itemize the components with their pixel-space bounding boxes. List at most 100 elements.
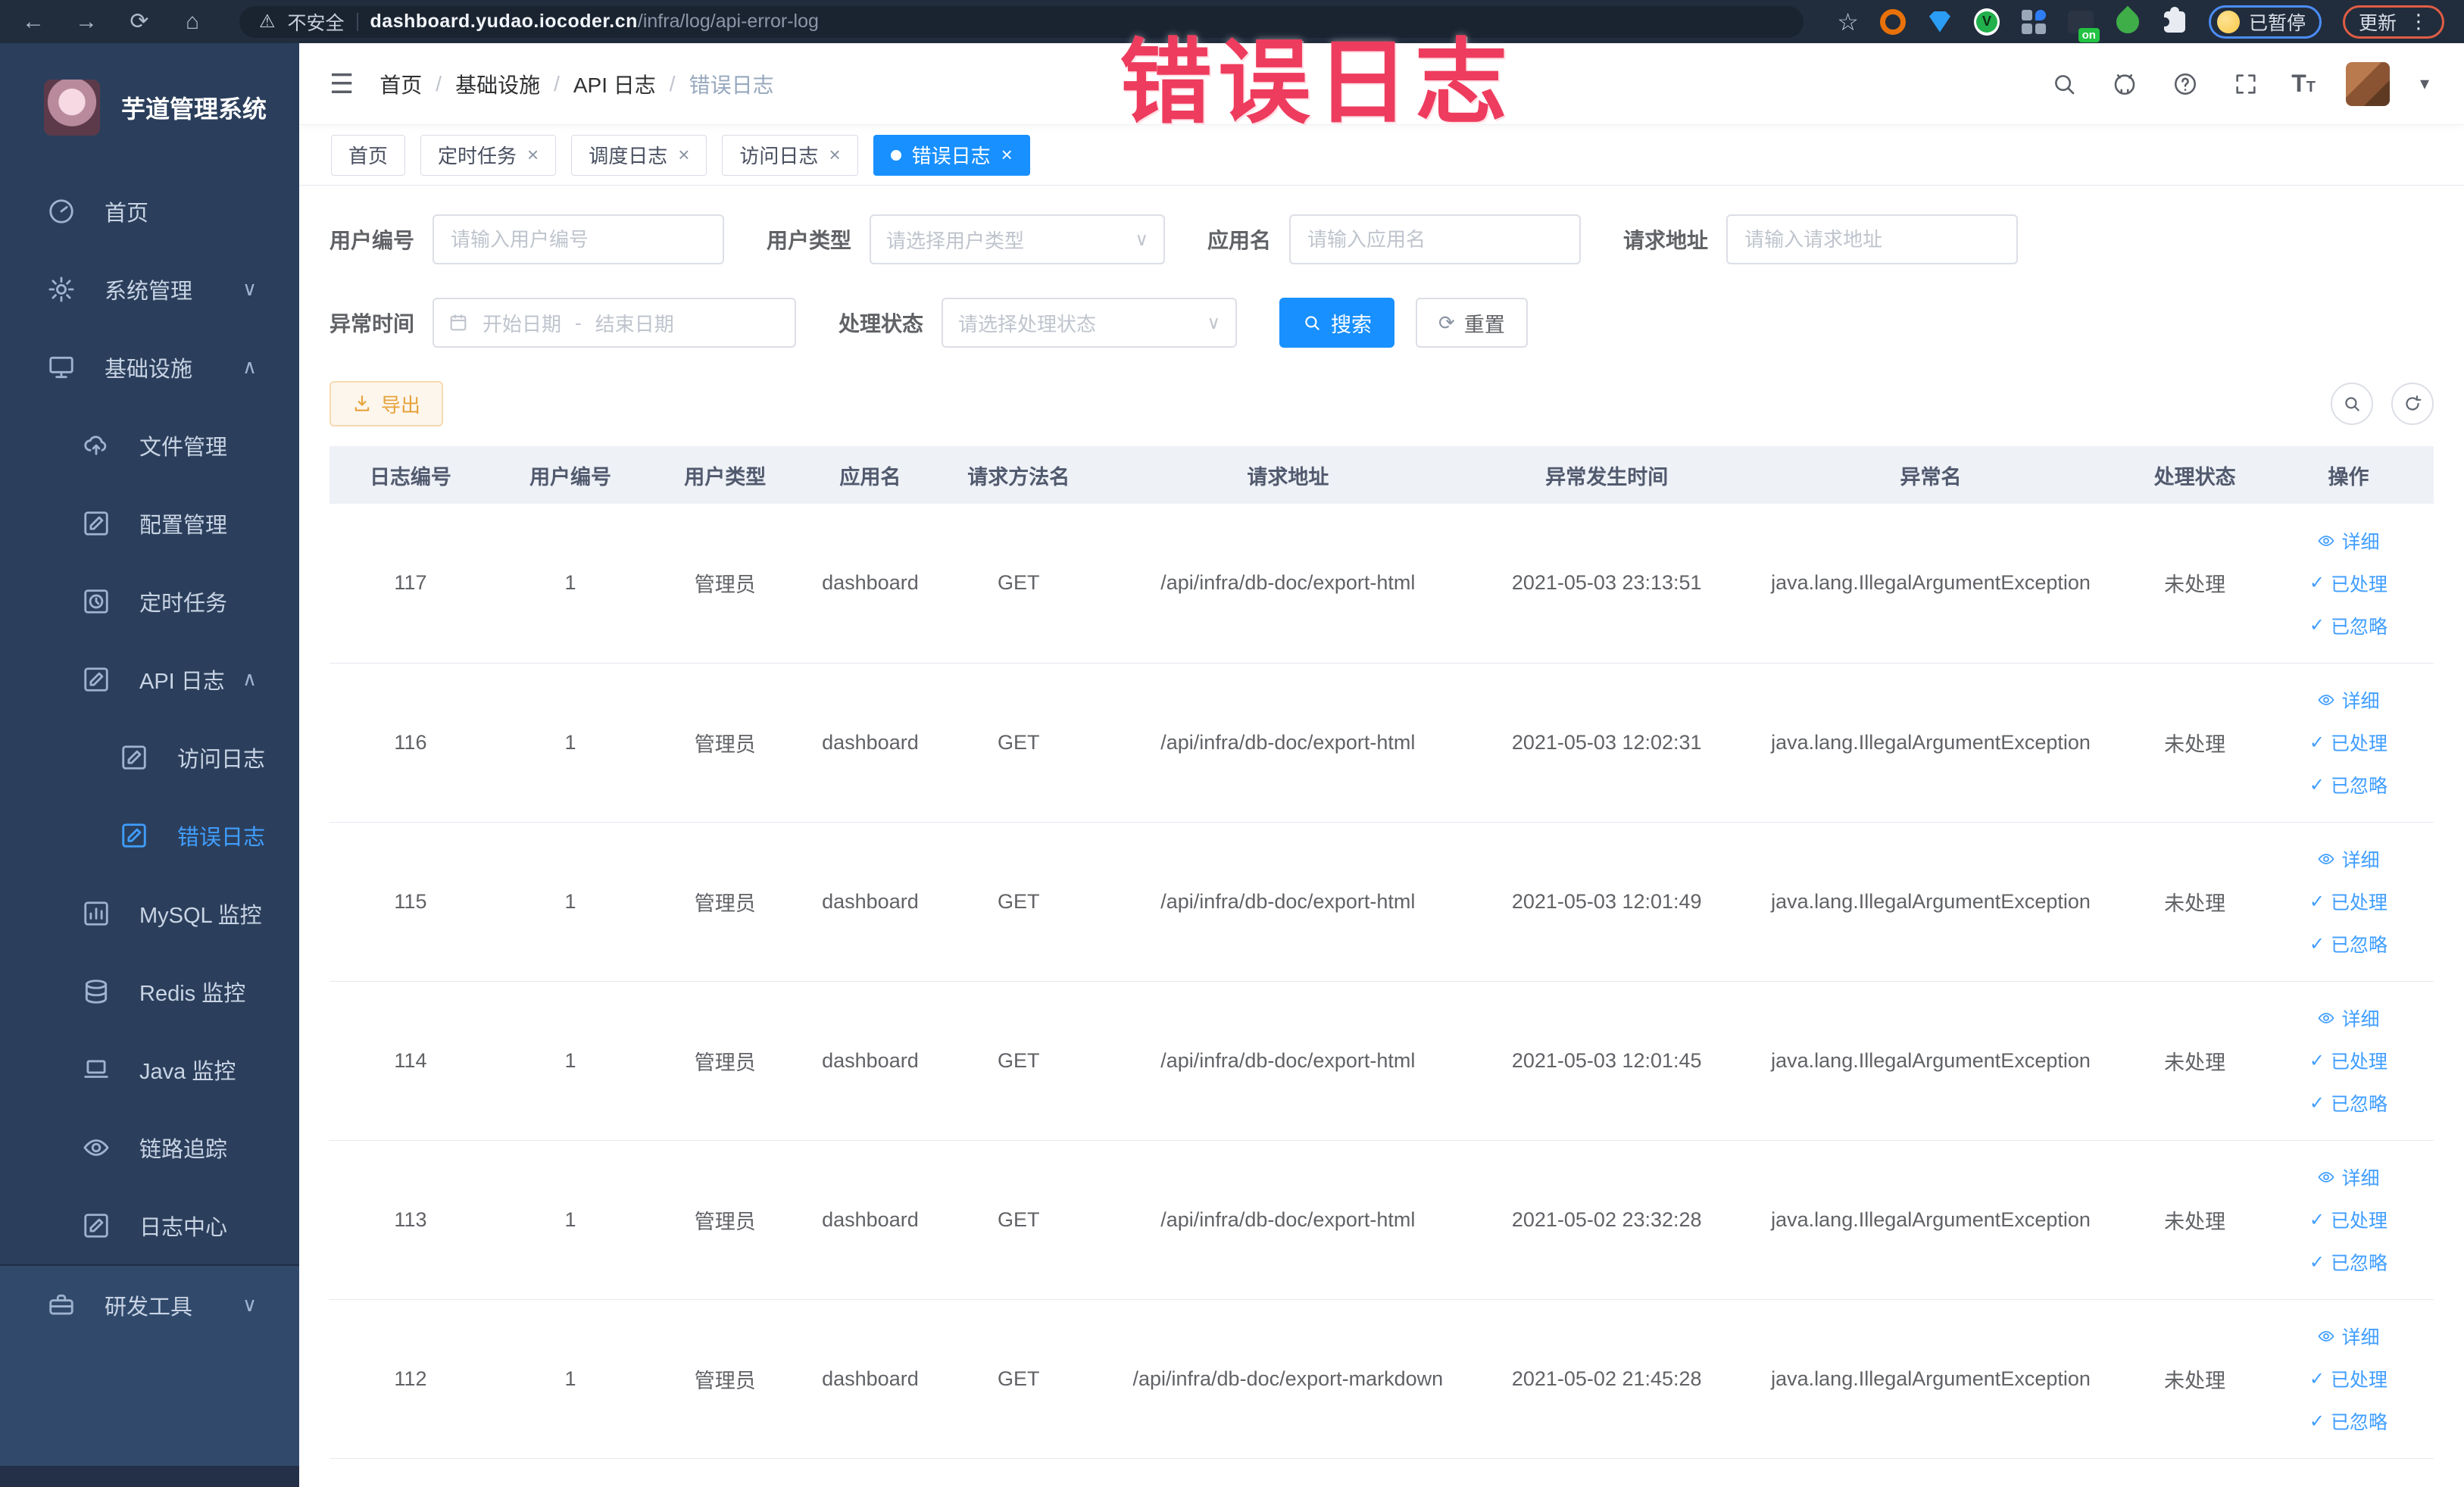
check-icon: ✓ — [2309, 933, 2325, 954]
mark-ignored-link[interactable]: ✓ 已忽略 — [2309, 930, 2387, 957]
extension-green-v-icon[interactable]: V — [1973, 8, 2000, 36]
extension-shield-icon[interactable] — [1927, 9, 1953, 35]
search-button[interactable]: 搜索 — [1279, 298, 1395, 348]
browser-menu-kebab-icon[interactable]: ⋮ — [2409, 10, 2428, 33]
mark-processed-link[interactable]: ✓ 已处理 — [2309, 1047, 2387, 1074]
sidebar-item-mysql-monitor[interactable]: MySQL 监控 — [0, 874, 299, 952]
tab-dispatch-log[interactable]: 调度日志 × — [571, 134, 707, 176]
mark-ignored-link[interactable]: ✓ 已忽略 — [2309, 771, 2387, 798]
sidebar-collapse-bar[interactable] — [0, 1466, 299, 1487]
sidebar-item-redis-monitor[interactable]: Redis 监控 — [0, 952, 299, 1030]
toolbox-icon — [49, 1294, 73, 1315]
request-url-input[interactable] — [1726, 214, 2019, 264]
cell-status: 未处理 — [2126, 663, 2263, 823]
header-search-icon[interactable] — [2049, 69, 2079, 99]
export-button[interactable]: 导出 — [329, 381, 444, 426]
sidebar-item-log-center[interactable]: 日志中心 — [0, 1186, 299, 1264]
mark-processed-link[interactable]: ✓ 已处理 — [2309, 729, 2387, 756]
laptop-icon — [84, 1059, 108, 1078]
refresh-table-button[interactable] — [2391, 383, 2434, 425]
cell-request-url: /api/infra/db-doc/export-html — [1097, 822, 1479, 982]
extension-grid-icon[interactable] — [2021, 9, 2047, 35]
avatar-caret-down-icon[interactable]: ▾ — [2420, 73, 2429, 95]
profile-paused-pill[interactable]: 已暂停 — [2208, 5, 2322, 39]
detail-link[interactable]: 详细 — [2317, 527, 2379, 555]
breadcrumb-api-log[interactable]: API 日志 — [573, 69, 656, 99]
bookmark-star-icon[interactable]: ☆ — [1837, 8, 1859, 36]
help-icon[interactable] — [2170, 69, 2200, 99]
sidebar-item-home[interactable]: 首页 — [0, 172, 299, 250]
sidebar-item-api-log[interactable]: API 日志 ∧ — [0, 640, 299, 718]
detail-link[interactable]: 详细 — [2317, 1004, 2379, 1032]
mark-processed-link[interactable]: ✓ 已处理 — [2309, 888, 2387, 915]
mark-ignored-link[interactable]: ✓ 已忽略 — [2309, 612, 2387, 639]
mark-processed-link[interactable]: ✓ 已处理 — [2309, 1365, 2387, 1392]
mark-processed-link[interactable]: ✓ 已处理 — [2309, 1206, 2387, 1233]
sidebar-item-system-management[interactable]: 系统管理 ∨ — [0, 250, 299, 328]
eye-icon — [2319, 535, 2334, 546]
col-actions: 操作 — [2263, 446, 2434, 504]
sidebar-item-dev-tools[interactable]: 研发工具 ∨ — [0, 1266, 299, 1344]
toggle-search-button[interactable] — [2331, 383, 2373, 425]
sidebar-item-file-management[interactable]: 文件管理 — [0, 406, 299, 484]
user-avatar[interactable] — [2345, 61, 2390, 106]
user-id-input[interactable] — [433, 214, 725, 264]
tab-access-log[interactable]: 访问日志 × — [722, 134, 858, 176]
app-logo[interactable]: 芋道管理系统 — [0, 43, 299, 172]
extension-on-badge-icon[interactable]: on — [2067, 9, 2100, 42]
not-secure-label[interactable]: 不安全 — [288, 8, 345, 36]
process-status-select[interactable]: 请选择处理状态 ∨ — [942, 298, 1238, 348]
detail-link[interactable]: 详细 — [2317, 1323, 2379, 1350]
app-name-input[interactable] — [1289, 214, 1582, 264]
sidebar-item-error-log[interactable]: 错误日志 — [0, 796, 299, 874]
close-icon[interactable]: × — [829, 143, 840, 167]
check-icon: ✓ — [2309, 1251, 2325, 1273]
table-row: 117 1 管理员 dashboard GET /api/infra/db-do… — [329, 504, 2434, 664]
detail-link[interactable]: 详细 — [2317, 1164, 2379, 1191]
mark-ignored-link[interactable]: ✓ 已忽略 — [2309, 1089, 2387, 1117]
github-icon[interactable] — [2110, 69, 2140, 99]
sidebar-item-infrastructure[interactable]: 基础设施 ∧ — [0, 328, 299, 406]
end-date-placeholder[interactable]: 结束日期 — [595, 309, 674, 337]
sidebar-item-config-management[interactable]: 配置管理 — [0, 484, 299, 562]
user-type-select[interactable]: 请选择用户类型 ∨ — [870, 214, 1166, 264]
extension-orange-icon[interactable] — [1879, 8, 1906, 35]
cell-exception-time: 2021-05-03 23:13:51 — [1478, 504, 1735, 664]
col-request-url: 请求地址 — [1097, 446, 1479, 504]
exception-time-range-picker[interactable]: 开始日期 - 结束日期 — [433, 298, 797, 348]
cell-method: GET — [939, 663, 1098, 823]
mark-ignored-link[interactable]: ✓ 已忽略 — [2309, 1407, 2387, 1435]
mark-processed-link[interactable]: ✓ 已处理 — [2309, 570, 2387, 597]
reset-button[interactable]: ⟳ 重置 — [1416, 298, 1528, 348]
sidebar-item-scheduled-jobs[interactable]: 定时任务 — [0, 562, 299, 640]
tab-scheduled-jobs[interactable]: 定时任务 × — [420, 134, 557, 176]
start-date-placeholder[interactable]: 开始日期 — [482, 309, 561, 337]
extension-plant-icon[interactable] — [2111, 5, 2144, 38]
close-icon[interactable]: × — [1001, 143, 1013, 167]
extensions-puzzle-icon[interactable] — [2160, 6, 2188, 35]
gear-icon — [48, 276, 74, 301]
breadcrumb-infrastructure[interactable]: 基础设施 — [455, 69, 540, 99]
close-icon[interactable]: × — [678, 143, 689, 167]
tab-home[interactable]: 首页 — [331, 134, 406, 176]
check-icon: ✓ — [2309, 1092, 2325, 1114]
font-size-icon[interactable]: TT — [2291, 70, 2316, 98]
browser-reload-icon[interactable]: ⟳ — [126, 8, 153, 35]
browser-update-button[interactable]: 更新 ⋮ — [2342, 5, 2444, 39]
detail-link[interactable]: 详细 — [2317, 845, 2379, 873]
browser-home-icon[interactable]: ⌂ — [179, 9, 206, 35]
cell-method: GET — [939, 981, 1098, 1141]
browser-back-icon[interactable]: ← — [20, 9, 47, 35]
sidebar-item-java-monitor[interactable]: Java 监控 — [0, 1030, 299, 1108]
mark-ignored-link[interactable]: ✓ 已忽略 — [2309, 1248, 2387, 1276]
browser-forward-icon[interactable]: → — [73, 9, 100, 35]
tab-error-log[interactable]: 错误日志 × — [873, 134, 1030, 176]
address-bar[interactable]: ⚠ 不安全 dashboard.yudao.iocoder.cn/infra/l… — [239, 5, 1804, 38]
sidebar-item-access-log[interactable]: 访问日志 — [0, 718, 299, 796]
breadcrumb-home[interactable]: 首页 — [379, 69, 422, 99]
detail-link[interactable]: 详细 — [2317, 686, 2379, 714]
close-icon[interactable]: × — [527, 143, 539, 167]
fullscreen-icon[interactable] — [2231, 69, 2261, 99]
sidebar-toggle-icon[interactable]: ☰ — [329, 68, 354, 100]
sidebar-item-tracing[interactable]: 链路追踪 — [0, 1108, 299, 1186]
